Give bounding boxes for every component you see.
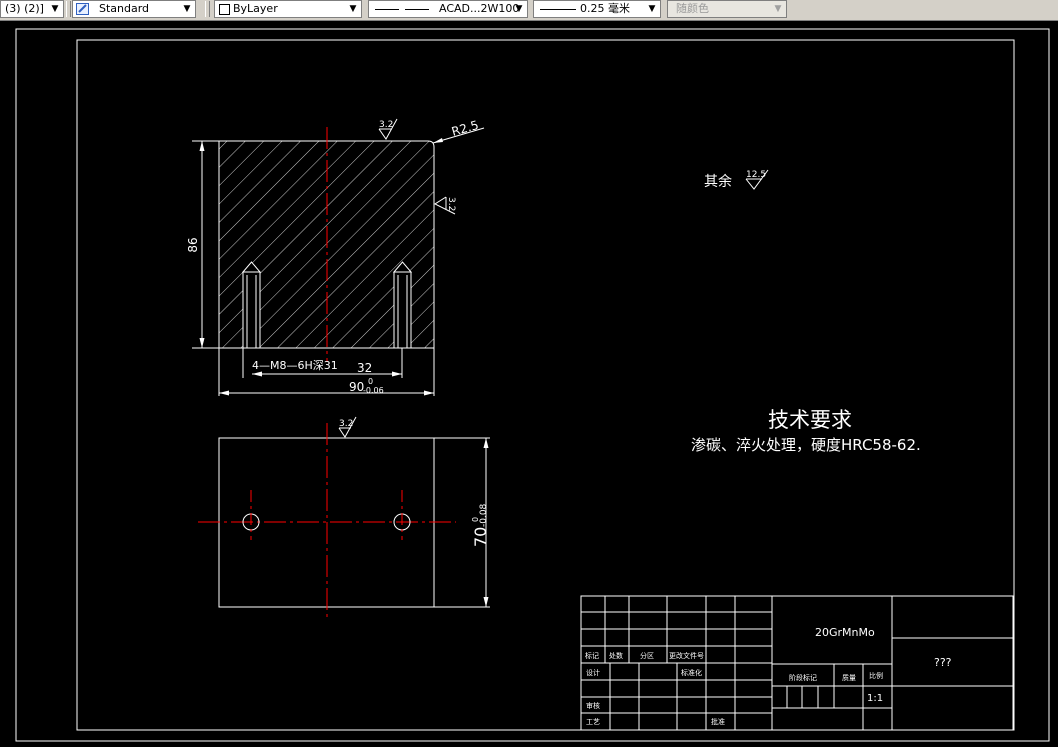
linetype-value: ACAD...2W100 [439, 2, 520, 15]
row-label-change-doc: 更改文件号 [669, 651, 704, 660]
chamfer-leader: R2.5 [432, 118, 485, 144]
other-roughness-value: 12.5 [746, 170, 766, 180]
chevron-down-icon: ▼ [774, 4, 782, 14]
row-label-mark: 标记 [585, 651, 599, 660]
chevron-down-icon[interactable]: ▼ [49, 1, 61, 17]
height-dimension-86: 86 [186, 140, 219, 349]
material-text: 20GrMnMo [815, 626, 875, 639]
plot-style-combo: 随颜色 ▼ [667, 0, 787, 18]
row-label-count: 处数 [609, 651, 623, 660]
roughness-top-text: 3.2 [379, 120, 393, 130]
chevron-down-icon[interactable]: ▼ [646, 1, 658, 17]
scale-label: 比例 [869, 671, 883, 680]
thread-note-text: 4—M8—6H深31 [252, 359, 338, 372]
chevron-down-icon[interactable]: ▼ [513, 1, 525, 17]
properties-toolbar: (3) (2)] ▼ Standard ▼ ByLayer ▼ ACAD...2… [0, 0, 1058, 21]
width-tol-upper: 0 [368, 377, 373, 386]
color-combo[interactable]: ByLayer ▼ [214, 0, 362, 18]
bottom-dimensions: 4—M8—6H深31 32 90 0 -0.06 [218, 348, 435, 396]
roughness-symbol-top-view: 3.2 [338, 416, 357, 438]
drawing-name-text: ??? [934, 656, 952, 669]
plot-style-value: 随颜色 [676, 2, 709, 15]
threaded-hole-left [241, 261, 262, 349]
drawing-canvas[interactable]: 86 3.2 R2.5 3.2 4—M8—6H深31 32 90 0 -0.06… [0, 20, 1058, 743]
chamfer-text: R2.5 [450, 118, 480, 139]
top-hole-left [242, 490, 260, 540]
hole-spacing-text: 32 [357, 361, 372, 375]
text-style-combo[interactable]: Standard ▼ [72, 0, 196, 18]
stage-mark-label: 阶段标记 [789, 673, 817, 682]
roughness-side-text: 3.2 [446, 197, 456, 211]
lineweight-value: 0.25 毫米 [580, 2, 630, 15]
height-70-text: 70 [471, 527, 490, 547]
other-roughness-label: 其余 [704, 173, 732, 190]
roughness-symbol-top: 3.2 [378, 118, 398, 140]
process-label: 工艺 [586, 718, 600, 726]
toolbar-grip[interactable] [205, 1, 210, 17]
height-dim-text: 86 [186, 237, 200, 252]
standardization-label: 标准化 [681, 668, 702, 677]
color-value: ByLayer [233, 2, 278, 15]
roughness-symbol-side: 3.2 [433, 196, 456, 215]
tech-req-title: 技术要求 [768, 408, 852, 432]
weight-label: 质量 [842, 673, 856, 682]
approve-label: 批准 [711, 717, 725, 726]
width-dim-text: 90 [349, 380, 364, 394]
other-roughness-note: 其余 12.5 [704, 169, 769, 190]
top-view: 3.2 70 0 -0.08 [198, 416, 490, 620]
threaded-hole-right [392, 261, 413, 349]
layer-combo[interactable]: (3) (2)] ▼ [0, 0, 64, 18]
linetype-combo[interactable]: ACAD...2W100 ▼ [368, 0, 528, 18]
row-label-zone: 分区 [640, 651, 654, 660]
height-70-tol-lower: -0.08 [479, 503, 489, 527]
text-style-value: Standard [99, 2, 150, 15]
top-view-roughness-text: 3.2 [339, 419, 353, 429]
layer-combo-value: (3) (2)] [5, 2, 44, 15]
width-tol-lower: -0.06 [363, 386, 384, 395]
chevron-down-icon[interactable]: ▼ [347, 1, 359, 17]
linetype-sample-icon [375, 9, 433, 10]
title-block-text: 20GrMnMo ??? 标记 处数 分区 更改文件号 设计 标准化 审核 工艺… [585, 626, 952, 726]
design-label: 设计 [586, 668, 600, 677]
tech-req-text: 渗碳、淬火处理，硬度HRC58-62. [691, 436, 921, 454]
drawing-outer-border [15, 28, 1050, 742]
chevron-down-icon[interactable]: ▼ [181, 1, 193, 17]
color-swatch-icon [219, 4, 230, 15]
scale-value: 1:1 [867, 693, 883, 704]
review-label: 审核 [586, 701, 600, 710]
toolbar-grip[interactable] [66, 1, 71, 17]
front-section-view: 86 3.2 R2.5 3.2 4—M8—6H深31 32 90 0 -0.06 [186, 118, 485, 396]
lineweight-combo[interactable]: 0.25 毫米 ▼ [533, 0, 661, 18]
text-style-icon [76, 3, 89, 15]
top-hole-right [393, 490, 411, 540]
lineweight-sample-icon [540, 9, 576, 10]
cad-drawing[interactable]: 86 3.2 R2.5 3.2 4—M8—6H深31 32 90 0 -0.06… [0, 20, 1058, 743]
